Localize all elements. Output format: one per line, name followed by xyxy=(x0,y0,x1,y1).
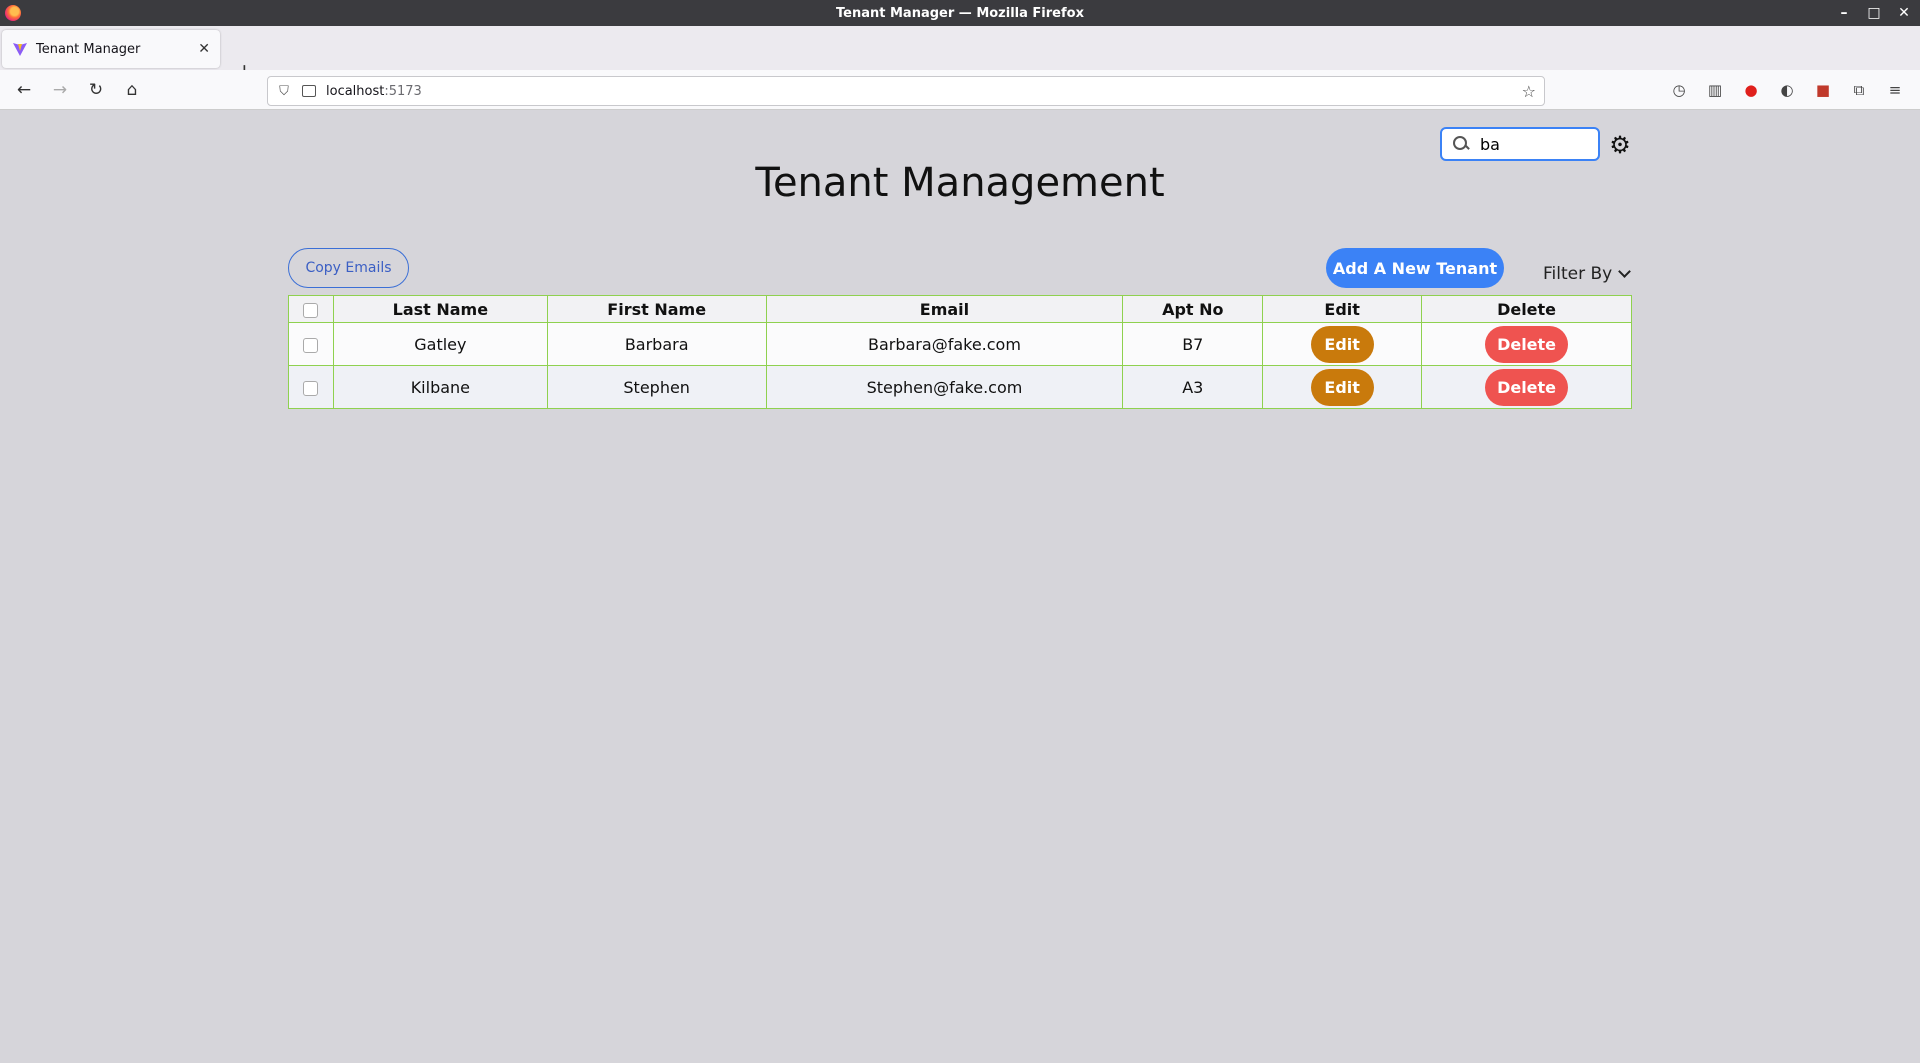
url-bar[interactable]: ⛉ localhost:5173 ☆ xyxy=(267,76,1545,106)
edit-cell: Edit xyxy=(1262,322,1423,366)
row-checkbox[interactable] xyxy=(303,380,319,396)
tab-label: Tenant Manager xyxy=(36,41,141,57)
column-header-email[interactable]: Email xyxy=(765,295,1124,323)
bookmark-star-icon[interactable]: ☆ xyxy=(1522,82,1536,101)
last-name-cell: Kilbane xyxy=(332,365,548,409)
minimize-icon[interactable]: – xyxy=(1836,5,1852,21)
delete-cell: Delete xyxy=(1421,322,1632,366)
edit-button[interactable]: Edit xyxy=(1310,325,1374,363)
search-input[interactable] xyxy=(1480,134,1590,154)
chevron-down-icon xyxy=(1618,265,1632,278)
url-port: :5173 xyxy=(384,83,422,99)
select-all-checkbox[interactable] xyxy=(303,302,319,318)
last-name-cell: Gatley xyxy=(332,322,548,366)
forward-icon[interactable]: → xyxy=(48,78,72,102)
first-name-cell: Stephen xyxy=(546,365,767,409)
add-tenant-button[interactable]: Add A New Tenant xyxy=(1326,248,1504,288)
page-title: Tenant Management xyxy=(755,160,1165,206)
copy-emails-button[interactable]: Copy Emails xyxy=(288,248,409,288)
first-name-cell: Barbara xyxy=(546,322,767,366)
navigation-toolbar: ← → ↻ ⌂ ⛉ localhost:5173 ☆ ◷ ▥ ● ◐ ■ ⧉ ≡ xyxy=(0,70,1920,110)
column-header-delete: Delete xyxy=(1421,295,1632,323)
filter-dropdown[interactable]: Filter By xyxy=(1543,264,1632,284)
url-host: localhost xyxy=(326,83,385,99)
column-header-first-name[interactable]: First Name xyxy=(546,295,767,323)
firefox-logo-icon xyxy=(5,5,21,21)
delete-cell: Delete xyxy=(1421,365,1632,409)
tab-close-icon[interactable]: ✕ xyxy=(198,41,210,57)
tab-strip: Tenant Manager ✕ + ⌄ xyxy=(0,26,1920,83)
column-header-apt-no[interactable]: Apt No xyxy=(1122,295,1264,323)
extension-icon[interactable]: ● xyxy=(1741,80,1761,100)
table-header-row: Last Name First Name Email Apt No Edit D… xyxy=(288,295,1632,323)
filter-label: Filter By xyxy=(1543,264,1613,284)
reload-icon[interactable]: ↻ xyxy=(84,78,108,102)
delete-button[interactable]: Delete xyxy=(1485,368,1569,406)
edit-button[interactable]: Edit xyxy=(1310,368,1374,406)
select-all-cell xyxy=(288,295,334,323)
window-controls: – □ ✕ xyxy=(1836,0,1912,26)
tracking-protection-icon[interactable]: ⛉ xyxy=(276,84,292,99)
menu-icon[interactable]: ≡ xyxy=(1885,80,1905,100)
vite-favicon-icon xyxy=(13,43,27,56)
maximize-icon[interactable]: □ xyxy=(1866,5,1882,21)
gear-icon[interactable]: ⚙ xyxy=(1607,132,1633,158)
window-titlebar: Tenant Manager — Mozilla Firefox – □ ✕ xyxy=(0,0,1920,26)
email-cell: Stephen@fake.com xyxy=(765,365,1124,409)
account-icon[interactable]: ◐ xyxy=(1777,80,1797,100)
extensions-puzzle-icon[interactable]: ⧉ xyxy=(1849,80,1869,100)
apt-no-cell: A3 xyxy=(1122,365,1264,409)
table-row: Gatley Barbara Barbara@fake.com B7 Edit … xyxy=(288,322,1632,366)
history-icon[interactable]: ◷ xyxy=(1669,80,1689,100)
search-field[interactable] xyxy=(1440,127,1600,161)
reader-view-icon[interactable]: ▥ xyxy=(1705,80,1725,100)
table-row: Kilbane Stephen Stephen@fake.com A3 Edit… xyxy=(288,365,1632,409)
apt-no-cell: B7 xyxy=(1122,322,1264,366)
edit-cell: Edit xyxy=(1262,365,1423,409)
column-header-last-name[interactable]: Last Name xyxy=(332,295,548,323)
row-select-cell xyxy=(288,322,334,366)
page-info-icon[interactable] xyxy=(302,85,316,97)
window-title: Tenant Manager — Mozilla Firefox xyxy=(836,5,1084,21)
email-cell: Barbara@fake.com xyxy=(765,322,1124,366)
back-icon[interactable]: ← xyxy=(12,78,36,102)
home-icon[interactable]: ⌂ xyxy=(120,78,144,102)
row-checkbox[interactable] xyxy=(303,337,319,353)
search-icon xyxy=(1452,135,1470,153)
column-header-edit: Edit xyxy=(1262,295,1423,323)
extension-icon[interactable]: ■ xyxy=(1813,80,1833,100)
delete-button[interactable]: Delete xyxy=(1485,325,1569,363)
tab-tenant-manager[interactable]: Tenant Manager ✕ xyxy=(2,30,220,68)
close-window-icon[interactable]: ✕ xyxy=(1896,5,1912,21)
tenant-table: Last Name First Name Email Apt No Edit D… xyxy=(288,295,1632,409)
row-select-cell xyxy=(288,365,334,409)
